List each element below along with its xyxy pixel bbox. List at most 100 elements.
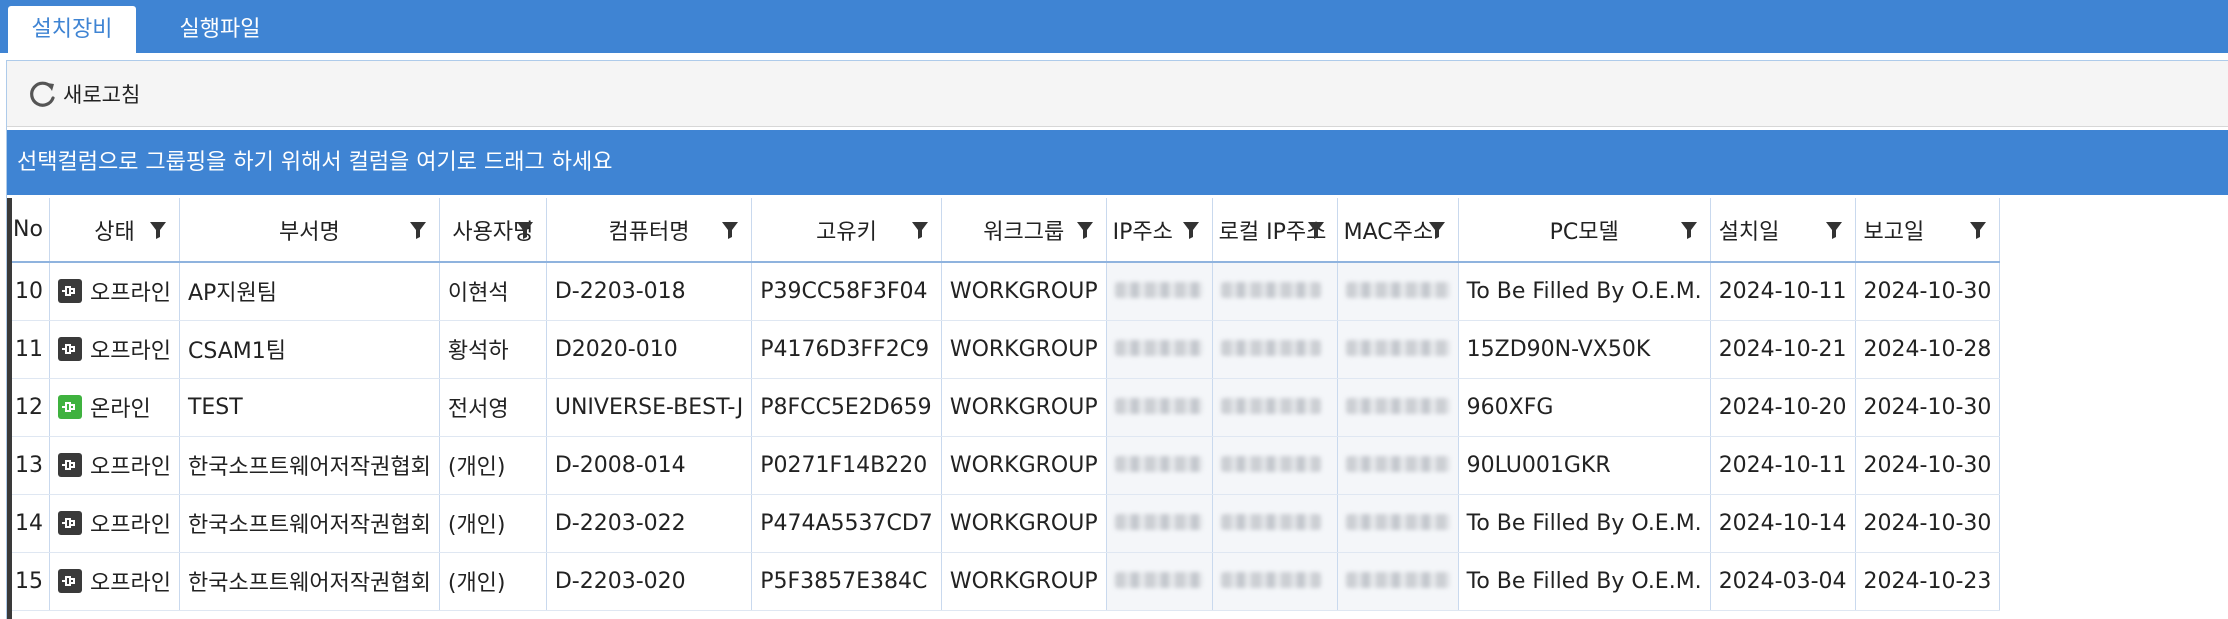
redacted-value (1345, 571, 1450, 588)
column-header-label: 워크그룹 (983, 219, 1065, 245)
table-row[interactable]: 11 오프라인 CSAM1팀 황석하 D2020-010 P4176D3FF2C9 WORK… (7, 320, 2001, 379)
refresh-button[interactable]: 새로고침 (27, 78, 140, 110)
cell-ip (1106, 320, 1213, 379)
column-header-label: 고유키 (816, 219, 877, 245)
cell-model: To Be Filled By O.E.M. (1458, 262, 1711, 321)
cell-key: P8FCC5E2D659 (751, 378, 942, 437)
filter-icon[interactable] (1680, 220, 1698, 240)
status-label: 오프라인 (90, 281, 171, 307)
status-cell: 오프라인 (58, 275, 171, 307)
cell-workgroup: WORKGROUP (941, 320, 1107, 379)
redacted-value (1114, 455, 1203, 472)
filter-icon[interactable] (1428, 220, 1446, 240)
column-header-no[interactable]: No (7, 198, 50, 263)
cell-no: 10 (7, 262, 50, 321)
filter-icon[interactable] (1825, 220, 1843, 240)
column-header-label: 보고일 (1863, 219, 1925, 245)
status-label: 오프라인 (90, 571, 171, 596)
column-header-user[interactable]: 사용자명 (439, 198, 547, 263)
cell-workgroup: WORKGROUP (941, 494, 1107, 553)
status-label: 오프라인 (90, 455, 171, 480)
grid-left-border (7, 198, 12, 619)
group-by-drop-area[interactable]: 선택컬럼으로 그룹핑을 하기 위해서 컬럼을 여기로 드래그 하세요 (7, 130, 2228, 195)
cell-dept: 한국소프트웨어저작권협회 (179, 552, 440, 611)
cell-key: P5F3857E384C (751, 552, 942, 611)
cell-computer: D-2203-018 (546, 262, 753, 321)
status-cell: 오프라인 (58, 449, 171, 481)
cell-model: To Be Filled By O.E.M. (1458, 494, 1711, 553)
column-header-label: MAC주소 (1343, 219, 1434, 245)
cell-no: 12 (7, 378, 50, 437)
redacted-value (1220, 513, 1321, 530)
refresh-icon (30, 81, 55, 107)
cell-user: 전서영 (439, 378, 547, 437)
cell-computer: UNIVERSE-BEST-J (546, 378, 753, 437)
filter-icon[interactable] (516, 220, 534, 240)
cell-model: To Be Filled By O.E.M. (1458, 552, 1711, 611)
column-header-workgroup[interactable]: 워크그룹 (941, 198, 1107, 263)
offline-plug-icon (58, 279, 82, 304)
redacted-value (1345, 339, 1450, 356)
redacted-value (1345, 281, 1450, 298)
redacted-value (1345, 513, 1450, 530)
filter-icon[interactable] (149, 220, 167, 240)
offline-plug-icon (58, 569, 82, 593)
status-label: 오프라인 (90, 513, 171, 538)
status-cell: 오프라인 (58, 565, 171, 597)
status-cell: 오프라인 (58, 333, 171, 365)
cell-ip (1106, 262, 1213, 321)
redacted-value (1220, 397, 1321, 414)
cell-report-date: 2024-10-28 (1855, 320, 2001, 379)
column-header-ip[interactable]: IP주소 (1106, 198, 1213, 263)
column-header-status[interactable]: 상태 (49, 198, 180, 263)
column-header-label: PC모델 (1549, 219, 1619, 245)
cell-key: P0271F14B220 (751, 436, 942, 495)
cell-workgroup: WORKGROUP (941, 552, 1107, 611)
column-header-label: 부서명 (279, 219, 340, 245)
filter-icon[interactable] (721, 220, 739, 240)
cell-status: 온라인 (49, 378, 180, 437)
tab-installed-devices[interactable]: 설치장비 (8, 6, 136, 53)
redacted-value (1114, 513, 1203, 530)
device-grid: No 상태 부서명 사용자명 컴퓨터명 고유키 워크그룹 IP주소 로컬 IP주소 MAC주소 PC… (7, 198, 2228, 611)
column-header-label: IP주소 (1112, 219, 1173, 245)
offline-plug-icon (58, 453, 82, 477)
table-row[interactable]: 15 오프라인 한국소프트웨어저작권협회 (개인) D-2203-020 P5F3857E… (7, 552, 2001, 611)
column-header-key[interactable]: 고유키 (751, 198, 942, 263)
cell-status: 오프라인 (49, 494, 180, 553)
filter-icon[interactable] (1969, 220, 1987, 240)
cell-workgroup: WORKGROUP (941, 436, 1107, 495)
cell-no: 15 (7, 552, 50, 611)
redacted-value (1220, 339, 1321, 356)
tab-executables[interactable]: 실행파일 (150, 6, 290, 53)
column-header-report-date[interactable]: 보고일 (1855, 198, 2001, 263)
table-row[interactable]: 14 오프라인 한국소프트웨어저작권협회 (개인) D-2203-022 P474A553… (7, 494, 2001, 553)
table-row[interactable]: 10 오프라인 AP지원팀 이현석 D-2203-018 P39CC58F3F04 WORK… (7, 262, 2001, 321)
table-row[interactable]: 13 오프라인 한국소프트웨어저작권협회 (개인) D-2008-014 P0271F14… (7, 436, 2001, 495)
cell-key: P39CC58F3F04 (751, 262, 942, 321)
cell-local-ip (1212, 494, 1338, 553)
filter-icon[interactable] (911, 220, 929, 240)
cell-user: (개인) (439, 494, 547, 553)
redacted-value (1114, 397, 1203, 414)
column-header-install-date[interactable]: 설치일 (1710, 198, 1856, 263)
cell-report-date: 2024-10-30 (1855, 378, 2001, 437)
filter-icon[interactable] (1076, 220, 1094, 240)
tab-bar: 설치장비 실행파일 (0, 0, 2228, 53)
cell-local-ip (1212, 552, 1338, 611)
filter-icon[interactable] (1182, 220, 1200, 240)
column-header-local-ip[interactable]: 로컬 IP주소 (1212, 198, 1338, 263)
column-header-mac[interactable]: MAC주소 (1337, 198, 1459, 263)
online-plug-icon (58, 395, 82, 419)
filter-icon[interactable] (1307, 220, 1325, 240)
cell-ip (1106, 494, 1213, 553)
table-row[interactable]: 12 온라인 TEST 전서영 UNIVERSE-BEST-J P8FCC5E2D659 W… (7, 378, 2001, 437)
cell-workgroup: WORKGROUP (941, 378, 1107, 437)
filter-icon[interactable] (409, 220, 427, 240)
column-header-model[interactable]: PC모델 (1458, 198, 1711, 263)
cell-workgroup: WORKGROUP (941, 262, 1107, 321)
column-header-dept[interactable]: 부서명 (179, 198, 440, 263)
column-header-computer[interactable]: 컴퓨터명 (546, 198, 753, 263)
cell-report-date: 2024-10-30 (1855, 494, 2001, 553)
cell-status: 오프라인 (49, 320, 180, 379)
